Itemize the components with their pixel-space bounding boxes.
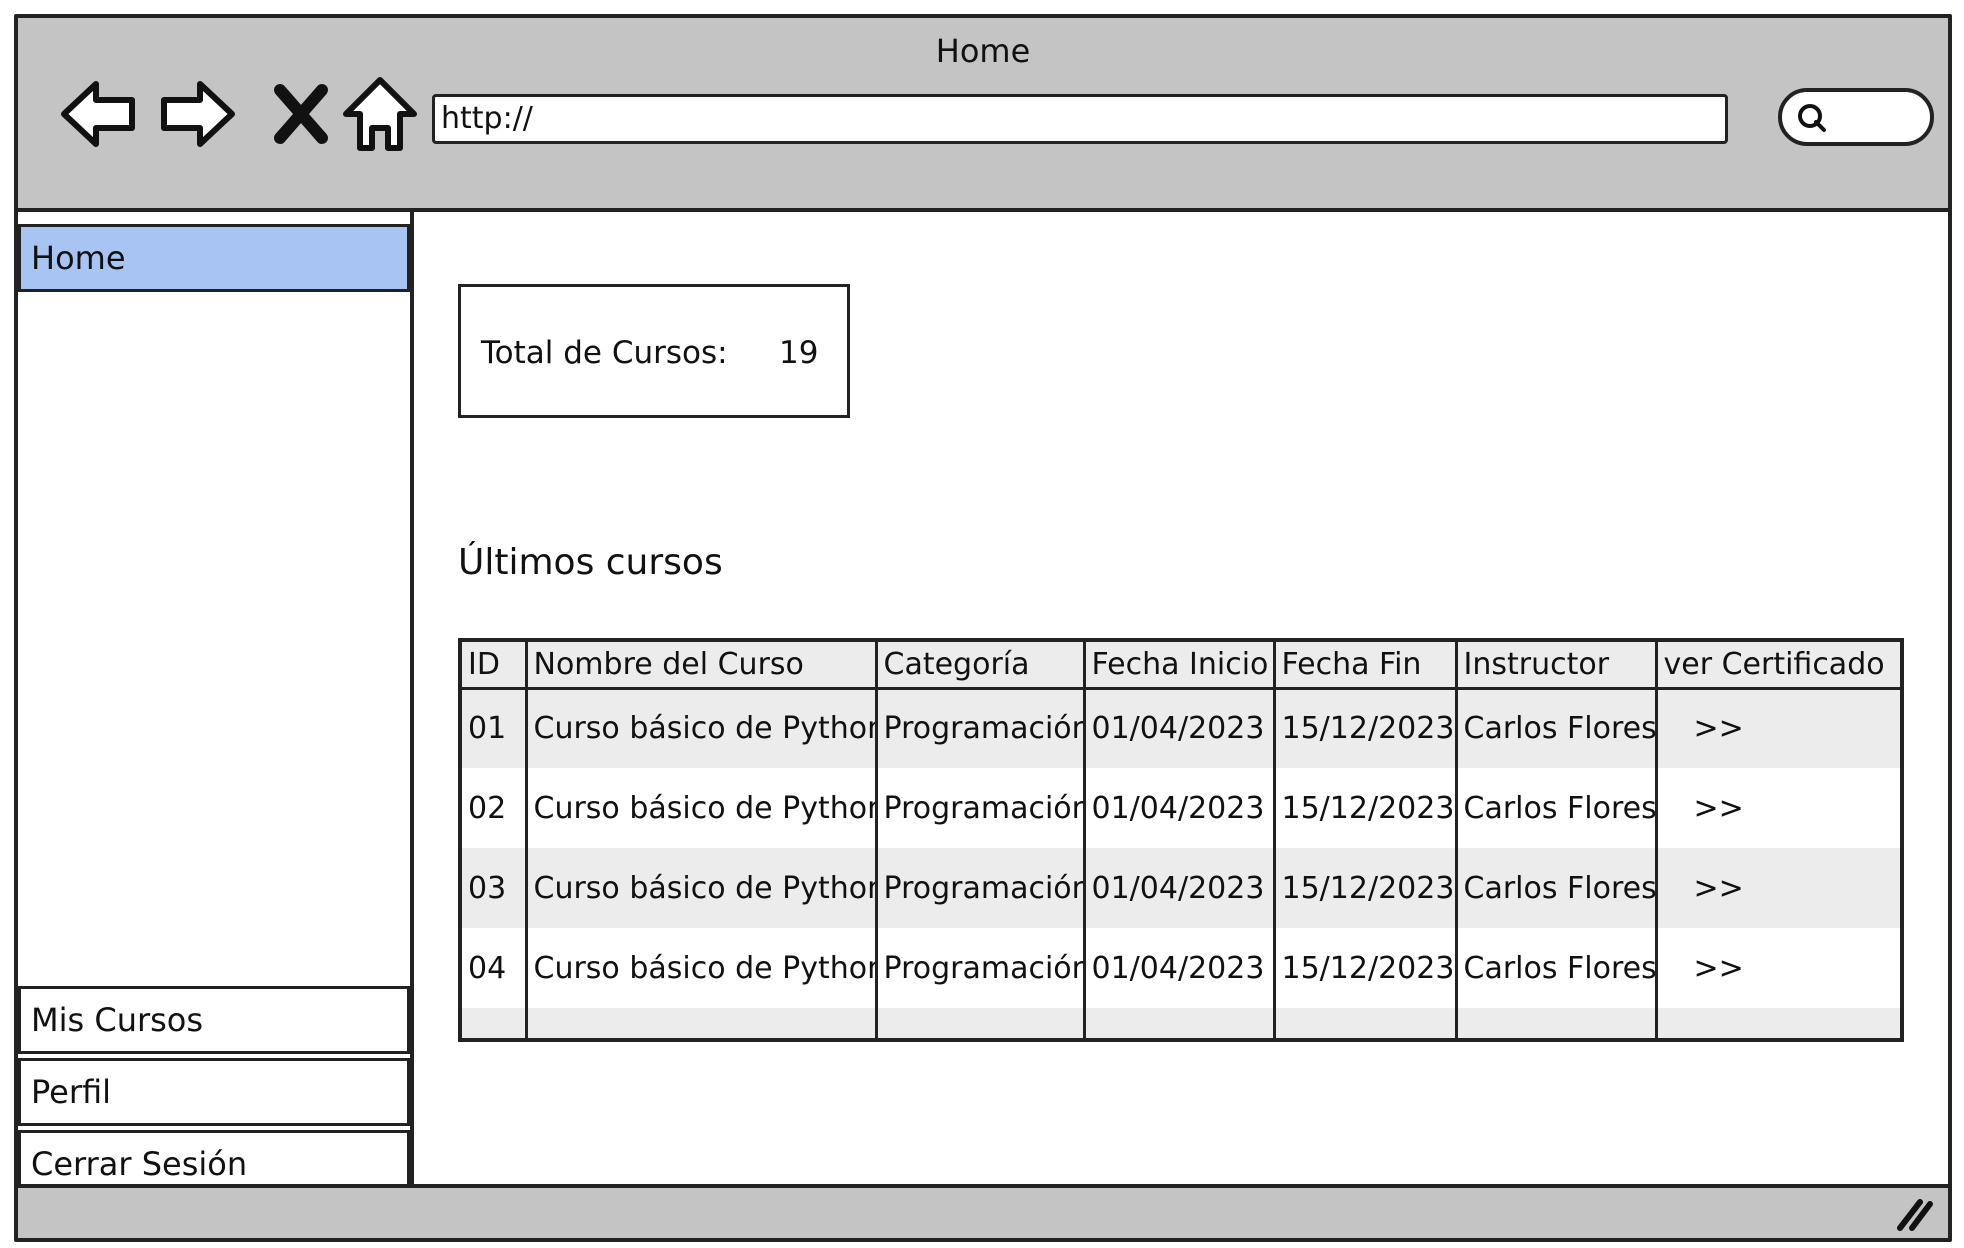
column-header[interactable]: Fecha Inicio bbox=[1084, 642, 1276, 690]
total-courses-card: Total de Cursos: 19 bbox=[458, 284, 850, 418]
cell-instructor: Carlos Flores bbox=[1456, 848, 1658, 928]
view-certificate-link[interactable]: >> bbox=[1656, 688, 1900, 768]
view-certificate-link[interactable]: >> bbox=[1656, 848, 1900, 928]
window-title: Home bbox=[935, 32, 1031, 70]
sidebar-item-perfil[interactable]: Perfil bbox=[18, 1058, 410, 1126]
close-icon[interactable] bbox=[260, 72, 344, 156]
table-header-row: ID Nombre del Curso Categoría Fecha Inic… bbox=[462, 642, 1900, 690]
cell-end-date: 15/12/2023 bbox=[1274, 688, 1458, 768]
cell-id: 04 bbox=[462, 928, 528, 1008]
url-input[interactable]: http:// bbox=[432, 94, 1728, 144]
empty-cell bbox=[526, 1008, 878, 1038]
home-icon[interactable] bbox=[338, 72, 422, 156]
section-title: Últimos cursos bbox=[458, 542, 723, 583]
status-bar bbox=[18, 1184, 1948, 1238]
table-row[interactable]: 04 Curso básico de Python Programación 0… bbox=[462, 928, 1900, 1008]
column-header[interactable]: Categoría bbox=[876, 642, 1086, 690]
empty-cell bbox=[1274, 1008, 1458, 1038]
column-header[interactable]: ID bbox=[462, 642, 528, 690]
view-certificate-link[interactable]: >> bbox=[1656, 928, 1900, 1008]
cell-id: 03 bbox=[462, 848, 528, 928]
cell-category: Programación bbox=[876, 688, 1086, 768]
browser-window: Home http:// Home Mis Cursos Perfil Cerr… bbox=[14, 14, 1952, 1242]
table-row[interactable]: 02 Curso básico de Python Programación 0… bbox=[462, 768, 1900, 848]
empty-cell bbox=[1084, 1008, 1276, 1038]
empty-cell bbox=[462, 1008, 528, 1038]
cell-category: Programación bbox=[876, 928, 1086, 1008]
cell-course-name: Curso básico de Python bbox=[526, 768, 878, 848]
total-courses-value: 19 bbox=[779, 335, 819, 371]
cell-course-name: Curso básico de Python bbox=[526, 928, 878, 1008]
table-empty-row bbox=[462, 1008, 1900, 1038]
cell-start-date: 01/04/2023 bbox=[1084, 768, 1276, 848]
arrow-left-icon[interactable] bbox=[58, 72, 142, 156]
search-input[interactable] bbox=[1778, 88, 1934, 146]
resize-grip-icon[interactable] bbox=[1894, 1196, 1934, 1232]
cell-start-date: 01/04/2023 bbox=[1084, 928, 1276, 1008]
sidebar: Home Mis Cursos Perfil Cerrar Sesión bbox=[18, 208, 414, 1238]
courses-table: ID Nombre del Curso Categoría Fecha Inic… bbox=[458, 638, 1904, 1042]
table-row[interactable]: 01 Curso básico de Python Programación 0… bbox=[462, 688, 1900, 768]
column-header[interactable]: Instructor bbox=[1456, 642, 1658, 690]
cell-end-date: 15/12/2023 bbox=[1274, 768, 1458, 848]
cell-id: 01 bbox=[462, 688, 528, 768]
column-header[interactable]: Fecha Fin bbox=[1274, 642, 1458, 690]
column-header[interactable]: ver Certificado bbox=[1656, 642, 1900, 690]
cell-instructor: Carlos Flores bbox=[1456, 768, 1658, 848]
cell-instructor: Carlos Flores bbox=[1456, 928, 1658, 1008]
cell-end-date: 15/12/2023 bbox=[1274, 848, 1458, 928]
view-certificate-link[interactable]: >> bbox=[1656, 768, 1900, 848]
empty-cell bbox=[1456, 1008, 1658, 1038]
table-row[interactable]: 03 Curso básico de Python Programación 0… bbox=[462, 848, 1900, 928]
cell-course-name: Curso básico de Python bbox=[526, 848, 878, 928]
cell-category: Programación bbox=[876, 768, 1086, 848]
cell-id: 02 bbox=[462, 768, 528, 848]
empty-cell bbox=[1656, 1008, 1900, 1038]
cell-start-date: 01/04/2023 bbox=[1084, 688, 1276, 768]
column-header[interactable]: Nombre del Curso bbox=[526, 642, 878, 690]
sidebar-item-home[interactable]: Home bbox=[18, 224, 410, 292]
sidebar-item-mis-cursos[interactable]: Mis Cursos bbox=[18, 986, 410, 1054]
browser-toolbar: Home http:// bbox=[18, 18, 1948, 212]
cell-instructor: Carlos Flores bbox=[1456, 688, 1658, 768]
search-icon bbox=[1798, 104, 1826, 132]
cell-course-name: Curso básico de Python bbox=[526, 688, 878, 768]
empty-cell bbox=[876, 1008, 1086, 1038]
cell-category: Programación bbox=[876, 848, 1086, 928]
total-courses-label: Total de Cursos: bbox=[481, 335, 728, 371]
cell-end-date: 15/12/2023 bbox=[1274, 928, 1458, 1008]
cell-start-date: 01/04/2023 bbox=[1084, 848, 1276, 928]
arrow-right-icon[interactable] bbox=[154, 72, 238, 156]
